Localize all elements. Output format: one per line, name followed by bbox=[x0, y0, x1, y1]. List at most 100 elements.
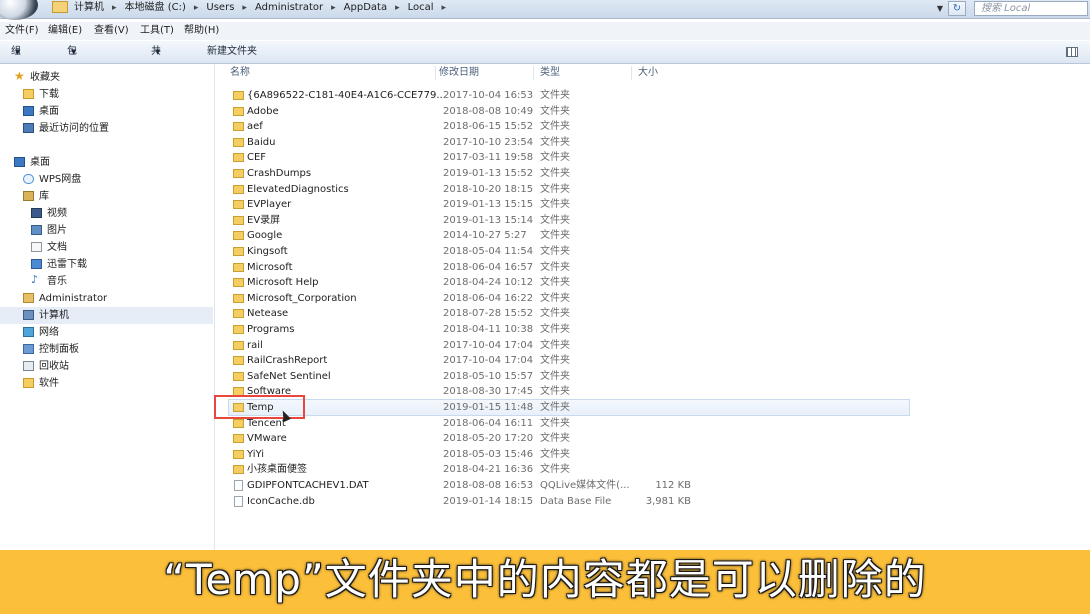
table-row[interactable]: Google 2014-10-27 5:27 文件夹 bbox=[229, 228, 909, 243]
table-row[interactable]: CEF 2017-03-11 19:58 文件夹 bbox=[229, 150, 909, 165]
folder-icon bbox=[233, 340, 244, 350]
folder-icon bbox=[233, 356, 244, 366]
table-row[interactable]: CrashDumps 2019-01-13 15:52 文件夹 bbox=[229, 166, 909, 181]
table-row[interactable]: EV录屏 2019-01-13 15:14 文件夹 bbox=[229, 213, 909, 228]
file-date: 2018-04-11 10:38 bbox=[443, 324, 534, 335]
view-options-icon[interactable] bbox=[1066, 47, 1078, 57]
nav-control-panel[interactable]: 控制面板 bbox=[23, 341, 193, 358]
table-row[interactable]: Kingsoft 2018-05-04 11:54 文件夹 bbox=[229, 244, 909, 259]
table-row[interactable]: Programs 2018-04-11 10:38 文件夹 bbox=[229, 322, 909, 337]
file-date: 2017-10-04 17:04 bbox=[443, 355, 534, 367]
file-name: RailCrashReport bbox=[247, 355, 328, 367]
nav-xunlei-downloads[interactable]: 迅雷下载 bbox=[31, 256, 191, 273]
file-type: 文件夹 bbox=[540, 90, 570, 101]
column-divider[interactable] bbox=[631, 66, 632, 80]
nav-desktop[interactable]: 桌面 bbox=[14, 154, 194, 171]
nav-favorites[interactable]: ★ 收藏夹 bbox=[14, 69, 194, 86]
address-dropdown-icon[interactable]: ▼ bbox=[934, 2, 946, 16]
table-row[interactable]: ElevatedDiagnostics 2018-10-20 18:15 文件夹 bbox=[229, 182, 909, 197]
table-row[interactable]: Microsoft Help 2018-04-24 10:12 文件夹 bbox=[229, 275, 909, 290]
table-row[interactable]: IconCache.db 2019-01-14 18:15 Data Base Fi… bbox=[229, 494, 909, 509]
breadcrumb-separator-icon[interactable]: ▸ bbox=[395, 3, 400, 13]
nav-label: 收藏夹 bbox=[30, 72, 60, 83]
table-row[interactable]: 小孩桌面便签 2018-04-21 16:36 文件夹 bbox=[229, 462, 909, 477]
breadcrumb-administrator[interactable]: Administrator bbox=[255, 2, 323, 13]
folder-icon bbox=[233, 325, 244, 334]
nav-pictures[interactable]: 图片 bbox=[31, 222, 191, 239]
breadcrumb-appdata[interactable]: AppData bbox=[344, 2, 387, 13]
breadcrumb-users[interactable]: Users bbox=[206, 2, 234, 13]
breadcrumb-separator-icon[interactable]: ▸ bbox=[242, 3, 247, 13]
nav-software[interactable]: 软件 bbox=[23, 375, 193, 392]
menu-file[interactable]: 文件(F) bbox=[5, 22, 39, 40]
table-row[interactable]: Microsoft 2018-06-04 16:57 文件夹 bbox=[229, 260, 909, 275]
library-icon bbox=[23, 191, 34, 201]
table-row[interactable]: YiYi 2018-05-03 15:46 文件夹 bbox=[229, 447, 909, 462]
table-row[interactable]: Temp 2019-01-15 11:48 文件夹 bbox=[228, 399, 910, 416]
table-row[interactable]: RailCrashReport 2017-10-04 17:04 文件夹 bbox=[229, 353, 909, 368]
table-row[interactable]: EVPlayer 2019-01-13 15:15 文件夹 bbox=[229, 197, 909, 212]
file-date: 2018-06-15 15:52 bbox=[443, 121, 534, 133]
breadcrumb-local[interactable]: Local bbox=[408, 2, 434, 13]
desktop-icon bbox=[23, 106, 34, 116]
breadcrumb[interactable]: 计算机 ▸ 本地磁盘 (C:) ▸ Users ▸ Administrator ▸ AppDat… bbox=[52, 1, 932, 16]
search-input[interactable]: 搜索 Local bbox=[974, 1, 1088, 16]
folder-icon bbox=[233, 153, 244, 163]
file-type: 文件夹 bbox=[540, 324, 570, 335]
table-row[interactable]: Adobe 2018-08-08 10:49 文件夹 bbox=[229, 104, 909, 119]
file-date: 2018-05-20 17:20 bbox=[443, 433, 534, 445]
table-row[interactable]: {6A896522-C181-40E4-A1C6-CCE779... 2017-1… bbox=[229, 88, 909, 103]
breadcrumb-separator-icon[interactable]: ▸ bbox=[442, 3, 447, 13]
nav-libraries[interactable]: 库 bbox=[23, 188, 193, 205]
breadcrumb-separator-icon[interactable]: ▸ bbox=[331, 3, 336, 13]
nav-recent-places[interactable]: 最近访问的位置 bbox=[23, 120, 193, 137]
nav-music[interactable]: ♪ 音乐 bbox=[31, 273, 191, 290]
menu-view[interactable]: 查看(V) bbox=[94, 22, 129, 40]
file-type: 文件夹 bbox=[540, 277, 570, 289]
nav-computer[interactable]: 计算机 bbox=[0, 307, 213, 324]
table-row[interactable]: Netease 2018-07-28 15:52 文件夹 bbox=[229, 306, 909, 321]
table-row[interactable]: Baidu 2017-10-10 23:54 文件夹 bbox=[229, 135, 909, 150]
menu-edit[interactable]: 编辑(E) bbox=[48, 22, 82, 40]
folder-icon bbox=[233, 122, 244, 132]
nav-wps-cloud[interactable]: WPS网盘 bbox=[23, 171, 193, 188]
navigation-pane: ★ 收藏夹 下载 桌面 最近访问的位置 桌面 WPS网盘 库 视频 图片 文档 迅… bbox=[0, 64, 215, 550]
nav-documents[interactable]: 文档 bbox=[31, 239, 191, 256]
file-size: 112 KB bbox=[655, 480, 691, 491]
column-name[interactable]: 名称 bbox=[230, 64, 250, 82]
column-date[interactable]: 修改日期 bbox=[439, 64, 479, 82]
nav-videos[interactable]: 视频 bbox=[31, 205, 191, 222]
nav-network[interactable]: 网络 bbox=[23, 324, 193, 341]
table-row[interactable]: Software 2018-08-30 17:45 文件夹 bbox=[229, 384, 909, 399]
nav-desktop-favorite[interactable]: 桌面 bbox=[23, 103, 193, 120]
new-folder-button[interactable]: 新建文件夹 bbox=[207, 41, 257, 63]
column-divider[interactable] bbox=[533, 66, 534, 80]
menu-help[interactable]: 帮助(H) bbox=[184, 22, 219, 40]
table-row[interactable]: VMware 2018-05-20 17:20 文件夹 bbox=[229, 431, 909, 446]
column-type[interactable]: 类型 bbox=[540, 64, 560, 82]
breadcrumb-computer[interactable]: 计算机 bbox=[74, 2, 104, 13]
table-row[interactable]: aef 2018-06-15 15:52 文件夹 bbox=[229, 119, 909, 134]
table-row[interactable]: Microsoft_Corporation 2018-06-04 16:22 文件夹 bbox=[229, 291, 909, 306]
table-row[interactable]: GDIPFONTCACHEV1.DAT 2018-08-08 16:53 QQLiv… bbox=[229, 478, 909, 493]
table-row[interactable]: Tencent 2018-06-04 16:11 文件夹 bbox=[229, 416, 909, 431]
table-row[interactable]: SafeNet Sentinel 2018-05-10 15:57 文件夹 bbox=[229, 369, 909, 384]
column-divider[interactable] bbox=[435, 66, 436, 80]
folder-icon bbox=[233, 215, 244, 225]
column-size[interactable]: 大小 bbox=[638, 64, 658, 82]
file-name: 小孩桌面便签 bbox=[247, 464, 307, 476]
nav-downloads[interactable]: 下载 bbox=[23, 86, 193, 103]
nav-recycle-bin[interactable]: 回收站 bbox=[23, 358, 193, 375]
back-button[interactable] bbox=[0, 0, 38, 20]
nav-administrator[interactable]: Administrator bbox=[23, 290, 193, 307]
breadcrumb-local-disk[interactable]: 本地磁盘 (C:) bbox=[125, 2, 186, 13]
file-type: 文件夹 bbox=[540, 152, 570, 164]
table-row[interactable]: rail 2017-10-04 17:04 文件夹 bbox=[229, 338, 909, 353]
nav-label: Administrator bbox=[39, 293, 108, 304]
file-name: IconCache.db bbox=[247, 495, 315, 507]
menu-tools[interactable]: 工具(T) bbox=[140, 22, 174, 40]
breadcrumb-separator-icon[interactable]: ▸ bbox=[112, 3, 117, 13]
refresh-icon[interactable]: ↻ bbox=[948, 1, 966, 16]
breadcrumb-separator-icon[interactable]: ▸ bbox=[194, 3, 199, 13]
file-date: 2017-03-11 19:58 bbox=[443, 152, 534, 164]
